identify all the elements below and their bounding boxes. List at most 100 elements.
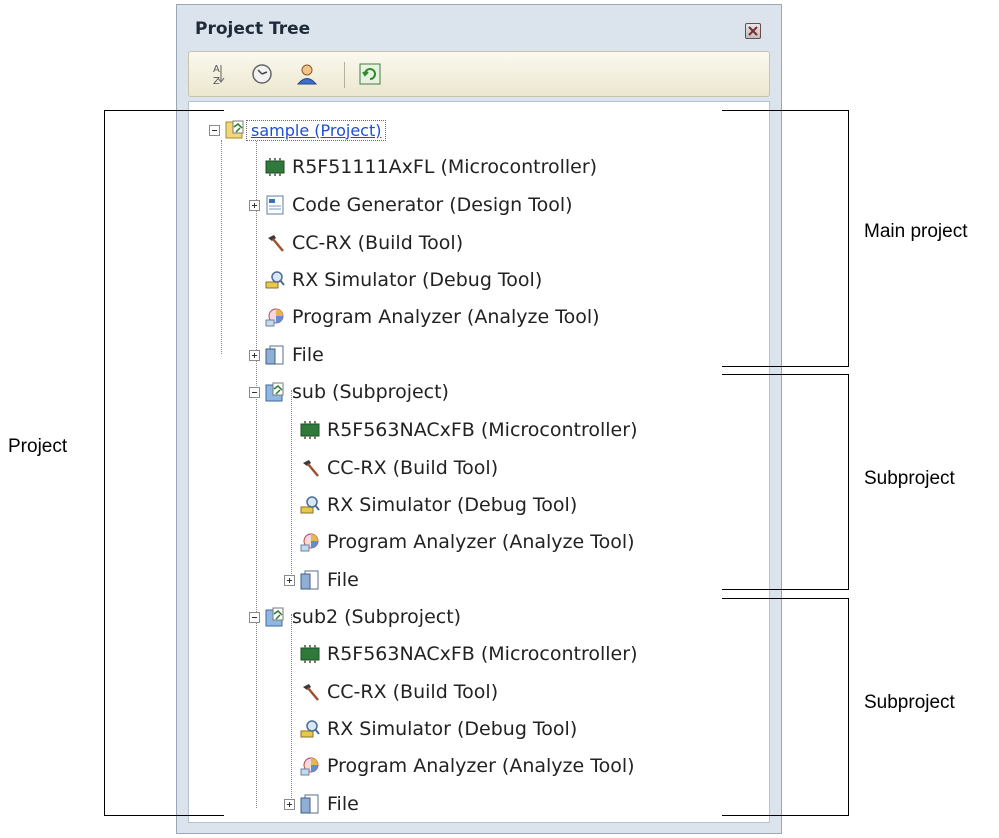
analyzer-icon xyxy=(299,531,321,553)
annotation-main-project: Main project xyxy=(864,221,968,242)
tree-node-debug-tool[interactable]: RX Simulator (Debug Tool) xyxy=(299,490,577,520)
panel-titlebar: Project Tree xyxy=(177,5,781,51)
tree-node-build-tool[interactable]: CC-RX (Build Tool) xyxy=(264,228,463,258)
file-icon xyxy=(299,569,321,591)
subproject-bracket-line xyxy=(722,374,849,375)
tree-node-microcontroller[interactable]: R5F563NACxFB (Microcontroller) xyxy=(299,415,637,445)
expand-toggle[interactable] xyxy=(284,798,295,810)
simulator-icon xyxy=(299,494,321,516)
expand-toggle[interactable] xyxy=(249,199,260,211)
tree-node-subproject[interactable]: sub (Subproject) xyxy=(249,377,449,407)
node-label: File xyxy=(327,793,359,815)
tree-node-debug-tool[interactable]: RX Simulator (Debug Tool) xyxy=(264,265,542,295)
simulator-icon xyxy=(264,269,286,291)
tree-line xyxy=(291,614,292,800)
tree-node-analyze-tool[interactable]: Program Analyzer (Analyze Tool) xyxy=(264,302,600,332)
node-label: CC-RX (Build Tool) xyxy=(327,457,499,479)
analyzer-icon xyxy=(299,755,321,777)
annotation-subproject-1: Subproject xyxy=(864,468,955,489)
node-label: Program Analyzer (Analyze Tool) xyxy=(327,531,635,553)
sort-button[interactable]: A Z xyxy=(205,61,231,87)
tree-node-analyze-tool[interactable]: Program Analyzer (Analyze Tool) xyxy=(299,751,635,781)
node-label: R5F563NACxFB (Microcontroller) xyxy=(327,419,638,441)
refresh-button[interactable] xyxy=(357,61,383,87)
node-label: CC-RX (Build Tool) xyxy=(292,232,464,254)
microcontroller-icon xyxy=(299,419,321,441)
node-label: RX Simulator (Debug Tool) xyxy=(292,269,543,291)
subproject-bracket-line xyxy=(848,374,849,590)
subproject-icon xyxy=(264,606,286,628)
collapse-toggle[interactable] xyxy=(209,124,220,136)
tree-node-file[interactable]: File xyxy=(249,340,324,370)
node-label: RX Simulator (Debug Tool) xyxy=(327,718,578,740)
node-label: RX Simulator (Debug Tool) xyxy=(327,494,578,516)
tree-node-file[interactable]: File xyxy=(284,565,359,595)
user-button[interactable] xyxy=(294,61,320,87)
tree-node-root[interactable]: sample (Project) xyxy=(209,115,387,145)
tree-node-build-tool[interactable]: CC-RX (Build Tool) xyxy=(299,453,498,483)
property-button[interactable] xyxy=(249,61,275,87)
subproject-bracket-line xyxy=(848,598,849,816)
collapse-toggle[interactable] xyxy=(249,611,260,623)
close-icon xyxy=(748,26,758,36)
svg-text:Z: Z xyxy=(213,76,220,87)
node-label: Program Analyzer (Analyze Tool) xyxy=(292,306,600,328)
analyzer-icon xyxy=(264,306,286,328)
root-label[interactable]: sample (Project) xyxy=(246,119,387,141)
annotation-subproject-2: Subproject xyxy=(864,692,955,713)
file-icon xyxy=(264,344,286,366)
subproject-bracket-line xyxy=(722,589,849,590)
svg-text:A: A xyxy=(213,64,220,75)
simulator-icon xyxy=(299,718,321,740)
annotation-project: Project xyxy=(8,436,68,457)
tree-view[interactable]: sample (Project) R5F51111AxFL (Microcont… xyxy=(188,101,770,823)
property-icon xyxy=(252,64,272,84)
main-project-bracket-line xyxy=(848,110,849,367)
subproject-icon xyxy=(264,381,286,403)
tree-node-file[interactable]: File xyxy=(284,789,359,819)
tree-node-analyze-tool[interactable]: Program Analyzer (Analyze Tool) xyxy=(299,527,635,557)
tree-node-code-generator[interactable]: Code Generator (Design Tool) xyxy=(249,190,573,220)
node-label: sub (Subproject) xyxy=(292,381,449,403)
collapse-toggle[interactable] xyxy=(249,386,260,398)
expand-toggle[interactable] xyxy=(284,574,295,586)
close-button[interactable] xyxy=(745,23,761,39)
tree-node-debug-tool[interactable]: RX Simulator (Debug Tool) xyxy=(299,714,577,744)
node-label: File xyxy=(327,569,359,591)
node-label: sub2 (Subproject) xyxy=(292,606,462,628)
panel-title: Project Tree xyxy=(195,19,311,39)
project-bracket-line xyxy=(104,110,224,111)
microcontroller-icon xyxy=(264,156,286,178)
hammer-icon xyxy=(299,681,321,703)
node-label: CC-RX (Build Tool) xyxy=(327,681,499,703)
node-label: Program Analyzer (Analyze Tool) xyxy=(327,755,635,777)
sort-icon: A Z xyxy=(213,64,225,87)
hammer-icon xyxy=(299,457,321,479)
refresh-icon xyxy=(359,63,381,85)
microcontroller-icon xyxy=(299,643,321,665)
expand-toggle[interactable] xyxy=(249,349,260,361)
tree-line xyxy=(291,390,292,576)
tree-node-microcontroller[interactable]: R5F563NACxFB (Microcontroller) xyxy=(299,639,637,669)
project-icon xyxy=(224,119,246,141)
toolbar-separator xyxy=(344,62,345,88)
tree-line xyxy=(256,358,257,808)
tree-node-microcontroller[interactable]: R5F51111AxFL (Microcontroller) xyxy=(264,152,597,182)
project-tree-panel: Project Tree A Z sample (Project) R5F511… xyxy=(176,4,782,834)
tree-line xyxy=(221,140,222,354)
node-label: File xyxy=(292,344,324,366)
code-generator-icon xyxy=(264,194,286,216)
user-icon xyxy=(296,64,318,85)
project-bracket-line xyxy=(104,815,224,816)
tree-node-subproject[interactable]: sub2 (Subproject) xyxy=(249,602,461,632)
tree-node-build-tool[interactable]: CC-RX (Build Tool) xyxy=(299,677,498,707)
tree-line xyxy=(256,140,257,358)
node-label: Code Generator (Design Tool) xyxy=(292,194,573,216)
main-project-bracket-line xyxy=(722,366,849,367)
subproject-bracket-line xyxy=(722,815,849,816)
node-label: R5F563NACxFB (Microcontroller) xyxy=(327,643,638,665)
hammer-icon xyxy=(264,232,286,254)
file-icon xyxy=(299,793,321,815)
main-project-bracket-line xyxy=(722,110,849,111)
project-bracket-line xyxy=(104,110,105,816)
